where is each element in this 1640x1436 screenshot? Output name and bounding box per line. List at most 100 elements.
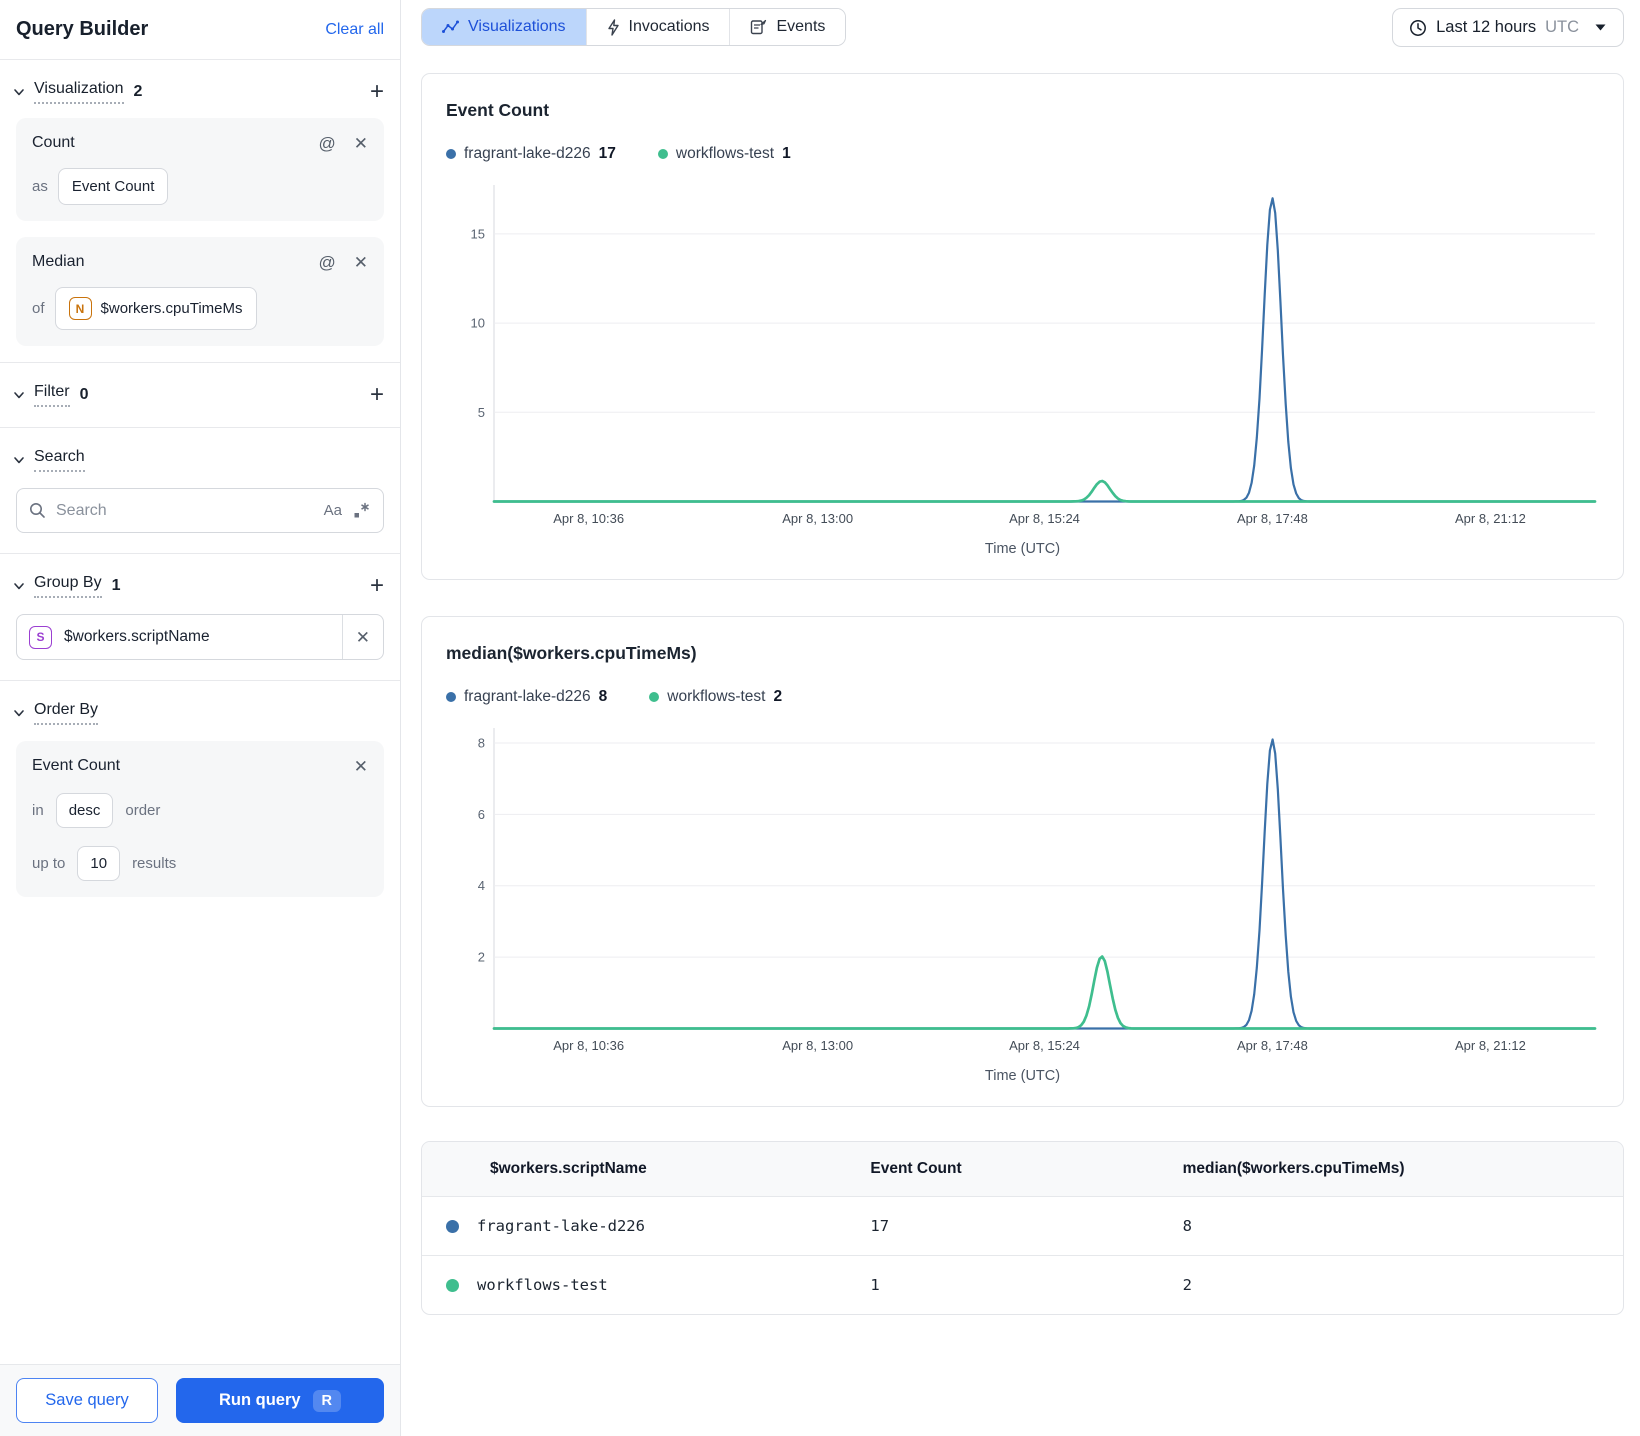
legend-item[interactable]: fragrant-lake-d226 8 <box>446 688 607 706</box>
legend-item[interactable]: workflows-test 2 <box>649 688 782 706</box>
search-section-header: Search <box>0 428 400 486</box>
table-row[interactable]: fragrant-lake-d226 17 8 <box>422 1196 1623 1256</box>
count-alias-value: Event Count <box>71 178 155 195</box>
chevron-down-icon[interactable] <box>12 453 26 467</box>
at-icon[interactable]: @ <box>318 254 335 271</box>
sidebar-content: Visualization 2 + Count @ ✕ as Event Cou… <box>0 60 400 1364</box>
legend-series-value: 1 <box>782 145 791 162</box>
group-by-item[interactable]: S $workers.scriptName ✕ <box>16 614 384 660</box>
events-icon <box>751 19 767 35</box>
chevron-down-icon[interactable] <box>12 85 26 99</box>
script-name: workflows-test <box>477 1276 608 1294</box>
close-icon[interactable]: ✕ <box>354 758 368 775</box>
result-limit-input[interactable]: 10 <box>77 846 121 881</box>
in-label: in <box>32 802 44 819</box>
close-icon[interactable]: ✕ <box>354 254 368 271</box>
search-section-label[interactable]: Search <box>34 448 85 472</box>
tab-invocations[interactable]: Invocations <box>585 9 730 45</box>
tab-label: Events <box>776 18 826 35</box>
results-table-card: $workers.scriptName Event Count median($… <box>421 1141 1624 1315</box>
svg-text:8: 8 <box>478 735 485 750</box>
search-input[interactable] <box>56 501 314 520</box>
visualization-section-label[interactable]: Visualization <box>34 80 124 104</box>
table-header-row: $workers.scriptName Event Count median($… <box>422 1142 1623 1197</box>
run-query-button[interactable]: Run query R <box>176 1378 384 1423</box>
results-label: results <box>132 855 177 872</box>
svg-text:Apr 8, 13:00: Apr 8, 13:00 <box>782 1038 853 1053</box>
legend-series-name: fragrant-lake-d226 <box>464 145 591 162</box>
view-tabs: Visualizations Invocations Events <box>421 8 847 46</box>
add-filter-button[interactable]: + <box>370 383 384 407</box>
visualization-section-header: Visualization 2 + <box>0 60 400 118</box>
tab-label: Invocations <box>628 18 710 35</box>
main-content: Visualizations Invocations Events Last 1… <box>401 0 1640 1436</box>
legend-series-value: 2 <box>773 688 783 705</box>
sidebar-header: Query Builder Clear all <box>0 0 400 60</box>
at-icon[interactable]: @ <box>318 135 335 152</box>
event-count-chart-card: Event Count fragrant-lake-d226 17 workfl… <box>421 73 1624 580</box>
cell-script-name: workflows-test <box>422 1255 855 1314</box>
cell-event-count: 1 <box>854 1255 1167 1314</box>
chevron-down-icon[interactable] <box>12 706 26 720</box>
of-label: of <box>32 300 45 317</box>
legend-series-name: fragrant-lake-d226 <box>464 688 591 705</box>
tab-visualizations[interactable]: Visualizations <box>422 9 586 45</box>
close-icon[interactable]: ✕ <box>354 135 368 152</box>
query-builder-sidebar: Query Builder Clear all Visualization 2 … <box>0 0 401 1436</box>
median-cpu-line-chart[interactable]: 2 4 6 8 Apr 8, 10:36 Apr 8, 13:00 Apr 8, 15:24… <box>446 720 1601 1060</box>
match-case-icon[interactable]: Aa <box>324 502 342 519</box>
group-by-section-label[interactable]: Group By <box>34 574 102 598</box>
add-group-by-button[interactable]: + <box>370 574 384 598</box>
svg-text:Apr 8, 10:36: Apr 8, 10:36 <box>553 511 624 526</box>
legend-dot <box>649 692 660 702</box>
close-icon[interactable]: ✕ <box>356 629 370 646</box>
legend-item[interactable]: fragrant-lake-d226 17 <box>446 145 616 163</box>
order-by-field: Event Count <box>32 757 121 774</box>
page-title: Query Builder <box>16 18 149 40</box>
as-label: as <box>32 178 48 195</box>
clear-all-link[interactable]: Clear all <box>325 21 384 39</box>
legend-dot <box>446 692 456 702</box>
filter-section-label[interactable]: Filter <box>34 383 70 407</box>
table-row[interactable]: workflows-test 1 2 <box>422 1255 1623 1314</box>
run-query-label: Run query <box>218 1391 301 1409</box>
cell-median: 2 <box>1166 1255 1623 1314</box>
save-query-button[interactable]: Save query <box>16 1378 158 1423</box>
legend-dot <box>657 149 668 159</box>
legend-series-value: 8 <box>598 688 608 705</box>
order-by-section-label[interactable]: Order By <box>34 701 99 725</box>
number-type-icon: N <box>68 297 92 320</box>
legend-item[interactable]: workflows-test 1 <box>657 145 791 163</box>
tab-events[interactable]: Events <box>729 9 846 45</box>
svg-text:Apr 8, 21:12: Apr 8, 21:12 <box>1455 1038 1526 1053</box>
x-axis-title: Time (UTC) <box>984 541 1061 557</box>
count-alias-field[interactable]: Event Count <box>57 168 169 205</box>
svg-text:Apr 8, 17:48: Apr 8, 17:48 <box>1237 1038 1308 1053</box>
filter-section-header: Filter 0 + <box>0 363 400 421</box>
chevron-down-icon[interactable] <box>12 579 26 593</box>
chevron-down-icon[interactable] <box>12 388 26 402</box>
caret-down-icon <box>1595 24 1606 31</box>
results-table: $workers.scriptName Event Count median($… <box>422 1142 1623 1314</box>
remove-group-by[interactable]: ✕ <box>341 615 383 659</box>
svg-text:Apr 8, 15:24: Apr 8, 15:24 <box>1009 1038 1080 1053</box>
x-axis-title: Time (UTC) <box>984 1068 1061 1084</box>
chart-legend: fragrant-lake-d226 17 workflows-test 1 <box>446 145 1599 163</box>
cell-median: 8 <box>1166 1196 1623 1256</box>
up-to-label: up to <box>32 855 66 872</box>
sidebar-footer: Save query Run query R <box>0 1364 400 1436</box>
event-count-line-chart[interactable]: 5 10 15 Apr 8, 10:36 Apr 8, 13:00 Apr 8, 15:2… <box>446 177 1601 533</box>
median-field-selector[interactable]: N $workers.cpuTimeMs <box>54 287 257 330</box>
main-toolbar: Visualizations Invocations Events Last 1… <box>421 8 1624 47</box>
series-color-dot <box>446 1278 459 1292</box>
cell-event-count: 17 <box>854 1196 1167 1256</box>
add-visualization-button[interactable]: + <box>370 80 384 104</box>
chart-title: median($workers.cpuTimeMs) <box>446 643 697 663</box>
order-by-card: Event Count ✕ in desc order up to 10 res… <box>16 741 384 897</box>
time-range-selector[interactable]: Last 12 hours UTC <box>1392 8 1624 47</box>
svg-text:Apr 8, 17:48: Apr 8, 17:48 <box>1237 511 1308 526</box>
regex-icon[interactable] <box>352 501 371 520</box>
time-range-timezone: UTC <box>1545 18 1579 36</box>
group-by-section-header: Group By 1 + <box>0 554 400 612</box>
sort-direction-selector[interactable]: desc <box>55 793 114 828</box>
